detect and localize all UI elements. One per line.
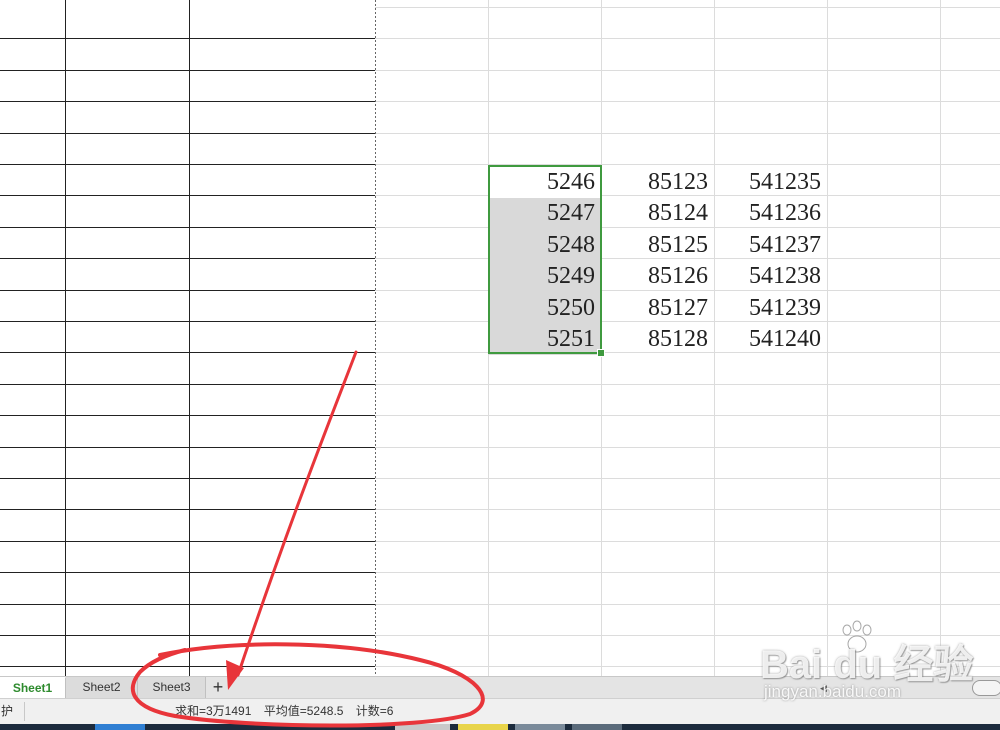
cell-value[interactable]: 85125	[601, 230, 714, 261]
taskbar-item[interactable]	[395, 724, 450, 730]
tab-sheet1[interactable]: Sheet1	[0, 677, 66, 699]
plus-icon: +	[212, 677, 224, 697]
add-sheet-button[interactable]: +	[208, 678, 228, 698]
tab-sheet2[interactable]: Sheet2	[66, 677, 138, 699]
status-bar: 护 求和=3万1491 平均值=5248.5 计数=6	[0, 698, 1000, 724]
cell-value[interactable]: 5249	[488, 261, 601, 293]
tab-sheet3[interactable]: Sheet3	[138, 677, 206, 699]
cell-value[interactable]: 541240	[714, 324, 827, 355]
fill-handle[interactable]	[597, 349, 605, 357]
cell-value[interactable]: 541238	[714, 261, 827, 292]
taskbar-item[interactable]	[515, 724, 565, 730]
taskbar-item[interactable]	[95, 724, 145, 730]
cell-layer[interactable]: 5246 85123 541235 5247 85124 541236 5248 85125 5…	[0, 0, 1000, 676]
taskbar-item[interactable]	[458, 724, 508, 730]
cell-value[interactable]: 85124	[601, 198, 714, 229]
cell-value[interactable]: 5246	[488, 167, 601, 199]
sheet-tab-bar: Sheet1 Sheet2 Sheet3 + ◀	[0, 676, 1000, 699]
cell-value[interactable]: 541235	[714, 167, 827, 198]
triangle-left-icon[interactable]: ◀	[820, 682, 830, 694]
cell-value[interactable]: 5251	[488, 324, 601, 356]
cell-value[interactable]: 85128	[601, 324, 714, 355]
cell-value[interactable]: 541236	[714, 198, 827, 229]
cell-value[interactable]: 541239	[714, 293, 827, 324]
cell-value[interactable]: 541237	[714, 230, 827, 261]
status-statistics[interactable]: 求和=3万1491 平均值=5248.5 计数=6	[175, 699, 402, 724]
status-protect-text[interactable]: 护	[0, 699, 13, 724]
status-sum: 求和=3万1491	[175, 704, 252, 718]
status-average: 平均值=5248.5	[263, 704, 344, 718]
spreadsheet-area[interactable]: 5246 85123 541235 5247 85124 541236 5248 85125 5…	[0, 0, 1000, 676]
status-divider	[24, 702, 25, 721]
cell-value[interactable]: 5250	[488, 292, 601, 324]
os-taskbar	[0, 724, 1000, 730]
cell-value[interactable]: 85127	[601, 293, 714, 324]
cell-value[interactable]: 5247	[488, 198, 601, 230]
cell-value[interactable]: 85126	[601, 261, 714, 292]
cell-value[interactable]: 85123	[601, 167, 714, 198]
horizontal-scrollbar-thumb[interactable]	[972, 680, 1000, 696]
status-count: 计数=6	[355, 704, 394, 718]
cell-value[interactable]: 5248	[488, 229, 601, 262]
taskbar-item[interactable]	[572, 724, 622, 730]
